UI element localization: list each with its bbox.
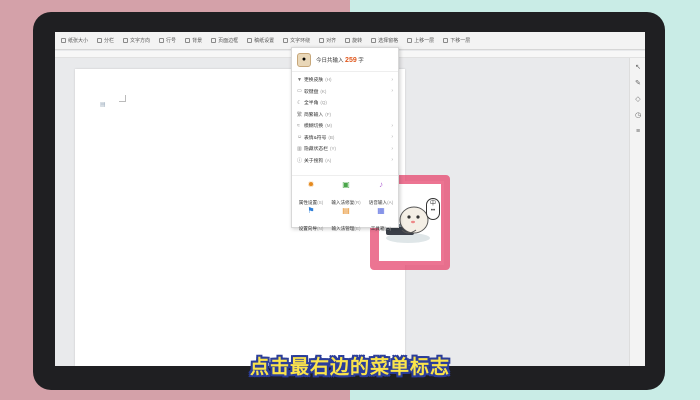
shape-icon[interactable]: ◇ <box>634 96 642 104</box>
menu-item-emoji-symbols[interactable]: ☺ 表情&符号 (B) › <box>292 132 398 144</box>
toolbar-item-paper-size[interactable]: 纸张大小 <box>61 37 88 44</box>
document-marker-icon: ▤ <box>100 102 106 108</box>
chevron-right-icon: › <box>391 157 393 164</box>
menu-tool-grid: ✹ 属性设置(S) ▣ 输入法修复(R) ♪ 语音输入(A) ⚑ 设置向导(N) ▤ 输入… <box>292 176 399 231</box>
menu-header: ● 今日共输入 259 字 <box>292 48 398 72</box>
text-icon: 繁 <box>297 111 303 118</box>
line-number-icon <box>159 38 165 43</box>
toolbar-item-rotate[interactable]: 旋转 <box>345 37 362 44</box>
typing-stats-suffix: 字 <box>358 57 364 64</box>
moon-icon: ☾ <box>297 99 302 106</box>
typing-stats-prefix: 今日共输入 <box>316 57 344 64</box>
grid-item-voice-input[interactable]: ♪ 语音输入(A) <box>363 178 399 205</box>
bring-forward-icon <box>407 38 413 43</box>
draft-icon <box>247 38 253 43</box>
paper-icon <box>61 38 66 43</box>
typing-count: 259 <box>345 56 357 64</box>
avatar: ● <box>297 52 311 67</box>
video-caption: 点击最右边的菜单标志 <box>249 357 450 378</box>
pointer-icon[interactable]: ↖ <box>634 64 642 72</box>
toolbar-item-selection-pane[interactable]: 选择窗格 <box>371 37 398 44</box>
grid-item-toolbox[interactable]: ▦ 工具箱(O) <box>363 204 399 231</box>
gear-icon: ✹ <box>307 180 315 189</box>
toolbar-item-bring-forward[interactable]: 上移一层 <box>407 37 434 44</box>
text-direction-icon <box>123 38 129 43</box>
chevron-right-icon: › <box>391 134 393 141</box>
chevron-right-icon: › <box>391 122 393 129</box>
grid-item-setup-wizard[interactable]: ⚑ 设置向导(N) <box>293 204 329 231</box>
pen-icon[interactable]: ✎ <box>634 80 642 88</box>
grid-item-properties[interactable]: ✹ 属性设置(S) <box>293 178 329 205</box>
menu-item-simplified-traditional[interactable]: 繁简繁输入 (F) <box>292 109 398 121</box>
rotate-icon <box>345 38 351 43</box>
lock-icon: ▣ <box>342 180 350 189</box>
toolbar-item-page-border[interactable]: 页面边框 <box>211 37 238 44</box>
chevron-right-icon: › <box>391 76 393 83</box>
menu-item-soft-keyboard[interactable]: ▭ 软键盘 (K) › <box>292 86 398 98</box>
menu-item-skin[interactable]: ▼ 更换皮肤 (H) › <box>292 74 398 86</box>
typing-stats: 今日共输入 259 字 <box>316 56 364 64</box>
shirt-icon: ▼ <box>297 76 302 83</box>
menu-item-hide-status-bar[interactable]: ▥ 隐藏状态栏 (Y) › <box>292 143 398 155</box>
columns-icon <box>97 38 103 43</box>
chevron-right-icon: › <box>391 145 393 152</box>
layers-icon[interactable]: ≡ <box>634 128 642 136</box>
toolbar-item-line-numbers[interactable]: 行号 <box>159 37 176 44</box>
toolbar-item-draft-settings[interactable]: 稿纸设置 <box>247 37 274 44</box>
keyboard-icon: ▭ <box>297 88 302 95</box>
wrap-icon <box>283 38 289 43</box>
grid-item-repair[interactable]: ▣ 输入法修复(R) <box>328 178 364 205</box>
toolbar-item-text-direction[interactable]: 文字方向 <box>123 37 150 44</box>
info-icon: ⓘ <box>297 157 303 164</box>
hide-icon: ▥ <box>297 145 302 152</box>
book-icon: ▤ <box>342 206 350 215</box>
grid-item-ime-manager[interactable]: ▤ 输入法管理(E) <box>328 204 364 231</box>
toolbar-item-align[interactable]: 对齐 <box>319 37 336 44</box>
align-icon <box>319 38 325 43</box>
bear-face-icon: ● <box>301 56 307 63</box>
menu-item-about-sogou[interactable]: ⓘ 关于搜狗 (A) › <box>292 155 398 167</box>
fuzzy-icon: ≈ <box>297 122 300 129</box>
menu-list: ▼ 更换皮肤 (H) › ▭ 软键盘 (K) › ☾ 全半角 (Q) 繁简繁输入 (F) ≈ 模糊切… <box>292 74 398 166</box>
toolbar-item-text-wrap[interactable]: 文字环绕 <box>283 37 310 44</box>
mic-icon: ♪ <box>379 180 383 189</box>
toolbar-item-background[interactable]: 背景 <box>185 37 202 44</box>
chevron-right-icon: › <box>391 88 393 95</box>
grid-icon: ▦ <box>377 206 385 215</box>
smile-icon: ☺ <box>297 134 303 141</box>
right-sidebar: ↖ ✎ ◇ ◷ ≡ <box>629 58 645 366</box>
background-icon <box>185 38 191 43</box>
toolbar-item-columns[interactable]: 分栏 <box>97 37 114 44</box>
clock-icon[interactable]: ◷ <box>634 112 642 120</box>
menu-item-full-half-width[interactable]: ☾ 全半角 (Q) <box>292 97 398 109</box>
menu-item-fuzzy-switch[interactable]: ≈ 模糊切换 (M) › <box>292 120 398 132</box>
sogou-context-menu: ● 今日共输入 259 字 ▼ 更换皮肤 (H) › ▭ 软键盘 (K) › ☾ 全半角 (Q)… <box>291 47 399 231</box>
margin-corner-mark <box>119 95 126 102</box>
send-backward-icon <box>443 38 449 43</box>
toolbar-item-send-backward[interactable]: 下移一层 <box>443 37 470 44</box>
border-icon <box>211 38 217 43</box>
flag-icon: ⚑ <box>307 206 315 215</box>
pane-icon <box>371 38 377 43</box>
